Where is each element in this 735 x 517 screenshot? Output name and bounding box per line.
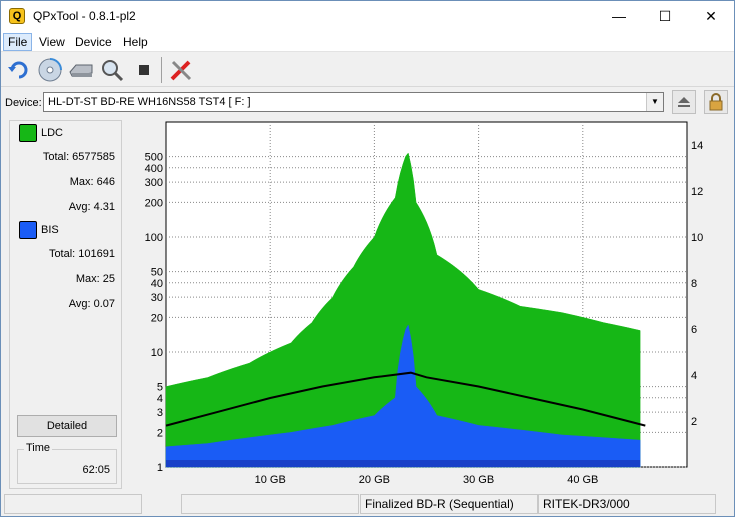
left-tick-label: 400 [145,163,163,175]
menu-file[interactable]: File [3,33,33,51]
left-tick-label: 2 [157,427,163,439]
minimize-button[interactable]: — [596,1,642,32]
close-button[interactable]: ✕ [688,1,734,32]
lock-icon [709,93,723,111]
lock-button[interactable] [704,90,728,114]
bis-avg: Avg: 0.07 [68,298,115,310]
refresh-icon[interactable] [5,56,33,84]
left-tick-label: 20 [151,312,163,324]
menu-device[interactable]: Device [75,35,112,49]
menu-view[interactable]: View [39,35,65,49]
stats-panel: LDC Total: 6577585 Max: 646 Avg: 4.31 BI… [9,120,122,489]
right-tick-label: 10 [691,232,703,244]
title-bar: Q QPxTool - 0.8.1-pl2 — ☐ ✕ [1,1,734,32]
status-media-id: RITEK-DR3/000 [538,494,716,514]
left-tick-label: 10 [151,347,163,359]
maximize-button[interactable]: ☐ [642,1,688,32]
error-rate-chart: 1234510203040501002003004005002468101214… [145,121,703,486]
menu-help[interactable]: Help [123,35,148,49]
device-select[interactable]: HL-DT-ST BD-RE WH16NS58 TST4 [ F: ] ▼ [43,92,664,112]
app-icon: Q [9,8,25,24]
disc-icon[interactable] [36,56,64,84]
tools-icon[interactable] [167,56,195,84]
stop-icon[interactable] [130,56,158,84]
time-label: Time [24,442,53,454]
x-tick-label: 10 GB [255,474,286,486]
x-tick-label: 40 GB [567,474,598,486]
status-cell-1 [4,494,142,514]
bis-baseline-band [166,460,641,467]
ldc-label: LDC [41,127,64,139]
x-tick-label: 30 GB [463,474,494,486]
device-select-value: HL-DT-ST BD-RE WH16NS58 TST4 [ F: ] [48,96,251,108]
magnify-icon[interactable] [98,56,126,84]
device-row: Device: HL-DT-ST BD-RE WH16NS58 TST4 [ F… [1,89,734,117]
ldc-total: Total: 6577585 [42,151,115,163]
ldc-color-swatch [19,124,37,142]
eject-icon [678,97,690,107]
left-tick-label: 200 [145,197,163,209]
right-tick-label: 12 [691,186,703,198]
bis-total: Total: 101691 [48,248,115,260]
menu-bar: File View Device Help [1,32,734,52]
right-tick-label: 6 [691,324,697,336]
window-title: QPxTool - 0.8.1-pl2 [33,9,136,23]
time-value: 62:05 [82,464,110,476]
left-tick-label: 1 [157,462,163,474]
left-tick-label: 3 [157,407,163,419]
toolbar [1,53,734,87]
detailed-button[interactable]: Detailed [17,415,117,437]
ldc-avg: Avg: 4.31 [68,201,115,213]
drive-icon[interactable] [67,56,95,84]
left-tick-label: 100 [145,232,163,244]
status-cell-2 [181,494,359,514]
right-tick-label: 14 [691,140,703,152]
bis-color-swatch [19,221,37,239]
bis-max: Max: 25 [75,273,115,285]
status-disc-type: Finalized BD-R (Sequential) [360,494,538,514]
status-bar: Finalized BD-R (Sequential) RITEK-DR3/00… [1,493,734,516]
right-tick-label: 4 [691,370,697,382]
app-window: Q QPxTool - 0.8.1-pl2 — ☐ ✕ File View De… [0,0,735,517]
bis-label: BIS [41,224,59,236]
ldc-max: Max: 646 [69,176,115,188]
left-tick-label: 300 [145,177,163,189]
left-tick-label: 40 [151,278,163,290]
left-tick-label: 30 [151,292,163,304]
left-tick-label: 500 [145,152,163,164]
right-tick-label: 8 [691,278,697,290]
left-tick-label: 5 [157,382,163,394]
device-label: Device: [5,97,42,109]
left-tick-label: 50 [151,267,163,279]
chevron-down-icon[interactable]: ▼ [646,93,663,111]
right-tick-label: 2 [691,416,697,428]
time-group: Time 62:05 [17,442,117,484]
eject-button[interactable] [672,90,696,114]
left-tick-label: 4 [157,393,163,405]
toolbar-separator [161,57,162,83]
x-tick-label: 20 GB [359,474,390,486]
